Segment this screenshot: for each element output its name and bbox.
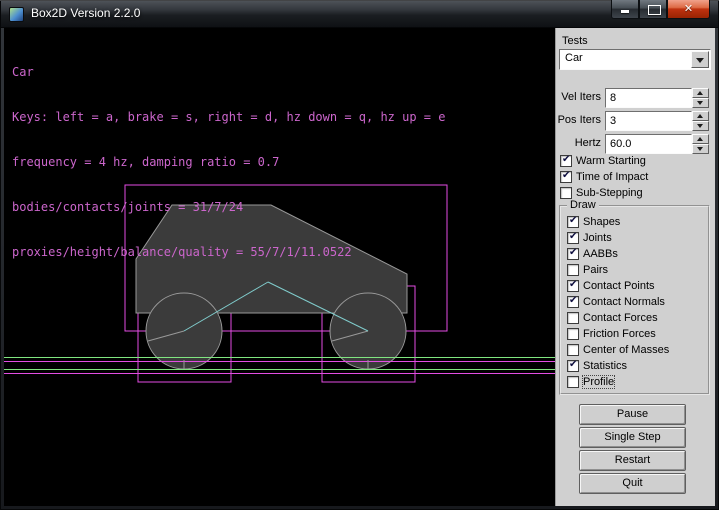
app-window: Box2D Version 2.2.0 bbox=[0, 0, 719, 510]
control-panel: Tests Car Vel Iters 8 Pos Iters 3 bbox=[555, 28, 715, 506]
checkbox-contact-points[interactable]: Contact Points bbox=[567, 279, 655, 293]
checkbox-sub-stepping[interactable]: Sub-Stepping bbox=[560, 186, 643, 200]
chevron-down-icon[interactable] bbox=[691, 51, 709, 68]
window-controls bbox=[611, 0, 710, 19]
pos-iters-label: Pos Iters bbox=[556, 114, 601, 126]
vel-iters-down-button[interactable] bbox=[692, 98, 709, 108]
checkbox-box[interactable] bbox=[567, 344, 579, 356]
pause-button[interactable]: Pause bbox=[579, 404, 686, 425]
checkbox-time-of-impact[interactable]: Time of Impact bbox=[560, 170, 648, 184]
draw-group: Draw Shapes Joints AABBs Pairs bbox=[559, 205, 710, 395]
debug-line-counts: bodies/contacts/joints = 31/7/24 bbox=[12, 200, 445, 215]
simulation-canvas[interactable]: Car Keys: left = a, brake = s, right = d… bbox=[4, 28, 555, 506]
hertz-stepper bbox=[692, 134, 709, 154]
titlebar[interactable]: Box2D Version 2.2.0 bbox=[0, 0, 719, 28]
pos-iters-input[interactable]: 3 bbox=[605, 111, 692, 131]
checkbox-box[interactable] bbox=[567, 216, 579, 228]
checkbox-box[interactable] bbox=[567, 376, 579, 388]
debug-line-keys: Keys: left = a, brake = s, right = d, hz… bbox=[12, 110, 445, 125]
checkbox-shapes[interactable]: Shapes bbox=[567, 215, 620, 229]
checkbox-contact-normals[interactable]: Contact Normals bbox=[567, 295, 665, 309]
draw-group-title: Draw bbox=[567, 199, 599, 211]
checkbox-box[interactable] bbox=[567, 296, 579, 308]
close-button[interactable] bbox=[667, 0, 710, 19]
minimize-button[interactable] bbox=[611, 0, 639, 19]
quit-button[interactable]: Quit bbox=[579, 473, 686, 494]
window-title: Box2D Version 2.2.0 bbox=[31, 0, 140, 28]
debug-text: Car Keys: left = a, brake = s, right = d… bbox=[12, 35, 445, 290]
pos-iters-row: Pos Iters 3 bbox=[556, 111, 716, 131]
checkbox-friction-forces[interactable]: Friction Forces bbox=[567, 327, 656, 341]
checkbox-box[interactable] bbox=[567, 232, 579, 244]
pos-iters-down-button[interactable] bbox=[692, 121, 709, 131]
vel-iters-row: Vel Iters 8 bbox=[556, 88, 716, 108]
single-step-button[interactable]: Single Step bbox=[579, 427, 686, 448]
checkbox-warm-starting[interactable]: Warm Starting bbox=[560, 154, 646, 168]
checkbox-box[interactable] bbox=[567, 360, 579, 372]
checkbox-aabbs[interactable]: AABBs bbox=[567, 247, 618, 261]
checkbox-pairs[interactable]: Pairs bbox=[567, 263, 608, 277]
checkbox-box[interactable] bbox=[567, 264, 579, 276]
hertz-input[interactable]: 60.0 bbox=[605, 134, 692, 154]
checkbox-box[interactable] bbox=[560, 155, 572, 167]
tests-dropdown[interactable]: Car bbox=[559, 49, 711, 70]
checkbox-box[interactable] bbox=[560, 171, 572, 183]
checkbox-joints[interactable]: Joints bbox=[567, 231, 612, 245]
checkbox-box[interactable] bbox=[560, 187, 572, 199]
debug-line-proxies: proxies/height/balance/quality = 55/7/1/… bbox=[12, 245, 445, 260]
checkbox-center-of-masses[interactable]: Center of Masses bbox=[567, 343, 669, 357]
debug-line-frequency: frequency = 4 hz, damping ratio = 0.7 bbox=[12, 155, 445, 170]
checkbox-contact-forces[interactable]: Contact Forces bbox=[567, 311, 658, 325]
vel-iters-up-button[interactable] bbox=[692, 88, 709, 98]
checkbox-statistics[interactable]: Statistics bbox=[567, 359, 627, 373]
tests-label: Tests bbox=[562, 35, 588, 47]
debug-line-title: Car bbox=[12, 65, 445, 80]
client-area: Car Keys: left = a, brake = s, right = d… bbox=[4, 28, 715, 506]
checkbox-box[interactable] bbox=[567, 312, 579, 324]
checkbox-box[interactable] bbox=[567, 280, 579, 292]
checkbox-profile[interactable]: Profile bbox=[567, 375, 614, 389]
pos-iters-stepper bbox=[692, 111, 709, 131]
pos-iters-up-button[interactable] bbox=[692, 111, 709, 121]
vel-iters-stepper bbox=[692, 88, 709, 108]
maximize-button[interactable] bbox=[639, 0, 667, 19]
tests-dropdown-value: Car bbox=[565, 52, 583, 64]
hertz-row: Hertz 60.0 bbox=[556, 134, 716, 154]
vel-iters-label: Vel Iters bbox=[556, 91, 601, 103]
checkbox-box[interactable] bbox=[567, 248, 579, 260]
hertz-down-button[interactable] bbox=[692, 144, 709, 154]
restart-button[interactable]: Restart bbox=[579, 450, 686, 471]
hertz-up-button[interactable] bbox=[692, 134, 709, 144]
app-icon[interactable] bbox=[9, 7, 24, 22]
hertz-label: Hertz bbox=[556, 137, 601, 149]
vel-iters-input[interactable]: 8 bbox=[605, 88, 692, 108]
checkbox-box[interactable] bbox=[567, 328, 579, 340]
